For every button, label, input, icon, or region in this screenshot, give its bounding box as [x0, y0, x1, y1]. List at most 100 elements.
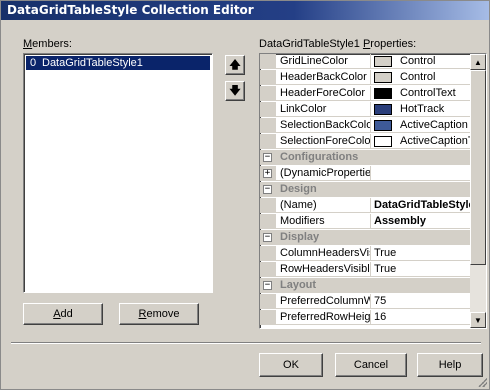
row-gutter	[260, 310, 276, 325]
property-value[interactable]: Control	[400, 55, 472, 67]
row-gutter	[260, 70, 276, 85]
property-value[interactable]: True	[374, 247, 472, 259]
column-divider[interactable]	[370, 86, 371, 101]
property-row[interactable]: (Name) DataGridTableStyle1	[260, 198, 472, 213]
row-gutter	[260, 246, 276, 261]
add-button-label: Add	[53, 308, 73, 320]
collapse-icon[interactable]: −	[263, 233, 272, 242]
property-grid[interactable]: GridLineColor Control HeaderBackColor Contr…	[259, 53, 487, 329]
property-value[interactable]: 75	[374, 295, 472, 307]
help-button[interactable]: Help	[417, 353, 483, 377]
title-bar[interactable]: DataGridTableStyle Collection Editor	[1, 1, 489, 20]
collapse-icon[interactable]: −	[263, 281, 272, 290]
collapse-icon[interactable]: −	[263, 153, 272, 162]
row-gutter	[260, 214, 276, 229]
properties-label: DataGridTableStyle1 Properties:	[259, 38, 417, 50]
column-divider[interactable]	[370, 310, 371, 325]
property-row[interactable]: SelectionBackColor ActiveCaption	[260, 118, 472, 133]
property-name: HeaderBackColor	[280, 71, 367, 83]
column-divider[interactable]	[370, 262, 371, 277]
category-label: Design	[280, 183, 317, 195]
property-row[interactable]: RowHeadersVisible True	[260, 262, 472, 277]
scroll-thumb[interactable]	[470, 70, 486, 265]
cancel-button-label: Cancel	[353, 359, 389, 371]
property-row[interactable]: Modifiers Assembly	[260, 214, 472, 229]
property-value[interactable]: DataGridTableStyle1	[374, 199, 472, 211]
footer-separator	[11, 342, 481, 344]
property-name: Modifiers	[280, 215, 325, 227]
property-name: RowHeadersVisible	[280, 263, 370, 275]
property-value[interactable]: Control	[400, 71, 472, 83]
property-row[interactable]: ColumnHeadersVisible True	[260, 246, 472, 261]
property-name: (DynamicProperties)	[280, 167, 370, 179]
column-divider[interactable]	[370, 246, 371, 261]
property-value[interactable]: True	[374, 263, 472, 275]
property-category[interactable]: − Layout	[260, 278, 472, 293]
members-label: Members:	[23, 38, 72, 50]
property-value[interactable]: Assembly	[374, 215, 472, 227]
property-name: GridLineColor	[280, 55, 348, 67]
property-row[interactable]: HeaderForeColor ControlText	[260, 86, 472, 101]
move-up-button[interactable]: 🡅	[225, 55, 245, 75]
row-gutter	[260, 198, 276, 213]
property-category[interactable]: − Design	[260, 182, 472, 197]
property-value[interactable]: ActiveCaptionText	[400, 135, 472, 147]
property-row[interactable]: GridLineColor Control	[260, 54, 472, 69]
property-value[interactable]: ActiveCaption	[400, 119, 472, 131]
property-name: PreferredColumnWidth	[280, 295, 370, 307]
column-divider[interactable]	[370, 102, 371, 117]
row-gutter	[260, 86, 276, 101]
color-swatch	[374, 72, 392, 83]
collapse-icon[interactable]: −	[263, 185, 272, 194]
row-gutter	[260, 54, 276, 69]
column-divider[interactable]	[370, 54, 371, 69]
scroll-up-icon: ▲	[474, 57, 482, 67]
property-row[interactable]: + (DynamicProperties)	[260, 166, 472, 181]
scroll-up-button[interactable]: ▲	[470, 54, 486, 70]
arrow-up-icon: 🡅	[229, 58, 241, 71]
property-row[interactable]: SelectionForeColor ActiveCaptionText	[260, 134, 472, 149]
column-divider[interactable]	[370, 214, 371, 229]
ok-button[interactable]: OK	[259, 353, 323, 377]
scroll-down-icon: ▼	[474, 315, 482, 325]
column-divider[interactable]	[370, 294, 371, 309]
collection-editor-window: DataGridTableStyle Collection Editor Mem…	[0, 0, 490, 390]
cancel-button[interactable]: Cancel	[335, 353, 407, 377]
column-divider[interactable]	[370, 70, 371, 85]
vertical-scrollbar[interactable]: ▲ ▼	[470, 54, 486, 328]
column-divider[interactable]	[370, 198, 371, 213]
color-swatch	[374, 136, 392, 147]
column-divider[interactable]	[370, 134, 371, 149]
member-name: DataGridTableStyle1	[42, 57, 143, 69]
property-row[interactable]: LinkColor HotTrack	[260, 102, 472, 117]
help-button-label: Help	[438, 359, 462, 371]
list-item[interactable]: 0 DataGridTableStyle1	[26, 56, 210, 70]
expand-icon[interactable]: +	[263, 169, 272, 178]
property-value[interactable]: 16	[374, 311, 472, 323]
column-divider[interactable]	[370, 118, 371, 133]
property-row[interactable]: PreferredColumnWidth 75	[260, 294, 472, 309]
color-swatch	[374, 56, 392, 67]
remove-button[interactable]: Remove	[119, 303, 199, 325]
column-divider[interactable]	[370, 166, 371, 181]
property-name: SelectionBackColor	[280, 119, 370, 131]
property-row[interactable]: PreferredRowHeight 16	[260, 310, 472, 325]
row-gutter	[260, 294, 276, 309]
color-swatch	[374, 120, 392, 131]
property-value[interactable]: HotTrack	[400, 103, 472, 115]
category-label: Layout	[280, 279, 317, 291]
row-gutter	[260, 134, 276, 149]
row-gutter	[260, 262, 276, 277]
property-category[interactable]: − Configurations	[260, 150, 472, 165]
property-value[interactable]: ControlText	[400, 87, 472, 99]
add-button[interactable]: Add	[23, 303, 103, 325]
members-list[interactable]: 0 DataGridTableStyle1	[23, 53, 213, 293]
property-name: SelectionForeColor	[280, 135, 370, 147]
window-title: DataGridTableStyle Collection Editor	[7, 3, 254, 17]
resize-grip-icon[interactable]	[477, 377, 487, 387]
move-down-button[interactable]: 🡇	[225, 81, 245, 101]
property-category[interactable]: − Display	[260, 230, 472, 245]
property-row[interactable]: HeaderBackColor Control	[260, 70, 472, 85]
color-swatch	[374, 104, 392, 115]
scroll-down-button[interactable]: ▼	[470, 312, 486, 328]
